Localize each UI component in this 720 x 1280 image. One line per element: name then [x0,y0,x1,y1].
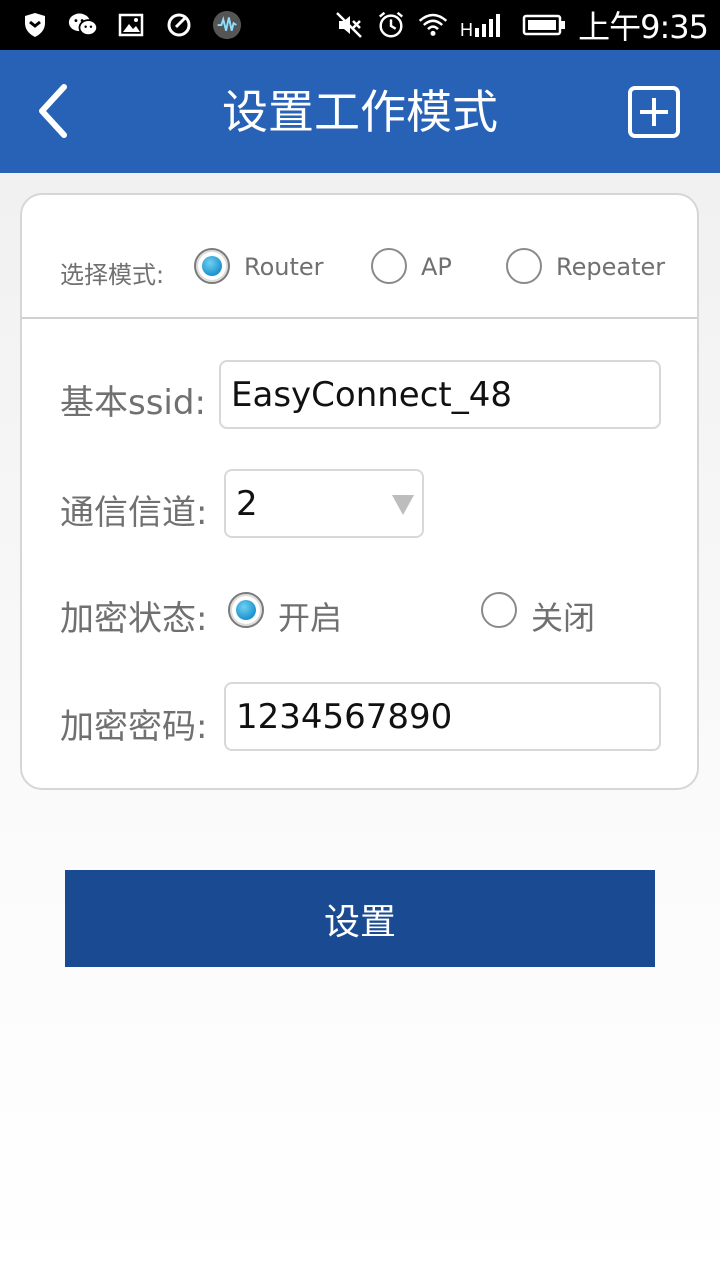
set-button[interactable]: 设置 [65,870,655,967]
ssid-label: 基本ssid: [60,383,206,423]
radio-repeater[interactable] [506,248,542,284]
settings-card: 选择模式: Router AP Repeater 基本ssid: EasyCon… [20,193,699,790]
mode-row: 选择模式: Router AP Repeater [22,195,697,319]
radio-router-label[interactable]: Router [244,253,324,281]
audio-app-icon [212,10,242,40]
mute-icon [334,10,364,40]
plus-square-icon [628,86,680,138]
alarm-icon [376,10,406,40]
status-bar: H 上午9:35 [0,0,720,50]
page-title: 设置工作模式 [222,85,498,139]
title-bar: 设置工作模式 [0,50,720,173]
encryption-label: 加密状态: [60,599,208,639]
dropdown-arrow-icon [392,495,414,515]
svg-text:H: H [460,20,473,40]
radio-repeater-label[interactable]: Repeater [556,253,665,281]
battery-icon [522,10,566,40]
signal-icon: H [460,10,510,40]
clean-icon [164,10,194,40]
channel-label: 通信信道: [60,493,208,533]
shield-icon [20,10,50,40]
radio-encryption-off[interactable] [481,592,517,628]
radio-ap[interactable] [371,248,407,284]
image-icon [116,10,146,40]
radio-encryption-on-label[interactable]: 开启 [278,593,342,639]
radio-encryption-on[interactable] [228,592,264,628]
mode-label: 选择模式: [60,261,165,289]
password-input[interactable]: 1234567890 [224,682,661,751]
radio-ap-label[interactable]: AP [421,253,452,281]
back-button[interactable] [22,78,82,144]
wechat-icon [68,10,98,40]
password-label: 加密密码: [60,707,208,747]
wifi-icon [418,10,448,40]
radio-router[interactable] [194,248,230,284]
radio-encryption-off-label[interactable]: 关闭 [531,593,595,639]
status-right-icons: H 上午9:35 [334,6,709,46]
chevron-left-icon [39,84,67,138]
clock: 上午9:35 [578,8,709,46]
channel-value: 2 [236,483,258,524]
add-button[interactable] [628,86,680,138]
channel-select[interactable]: 2 [224,469,424,538]
ssid-input[interactable]: EasyConnect_48 [219,360,661,429]
status-left-icons [20,8,242,42]
